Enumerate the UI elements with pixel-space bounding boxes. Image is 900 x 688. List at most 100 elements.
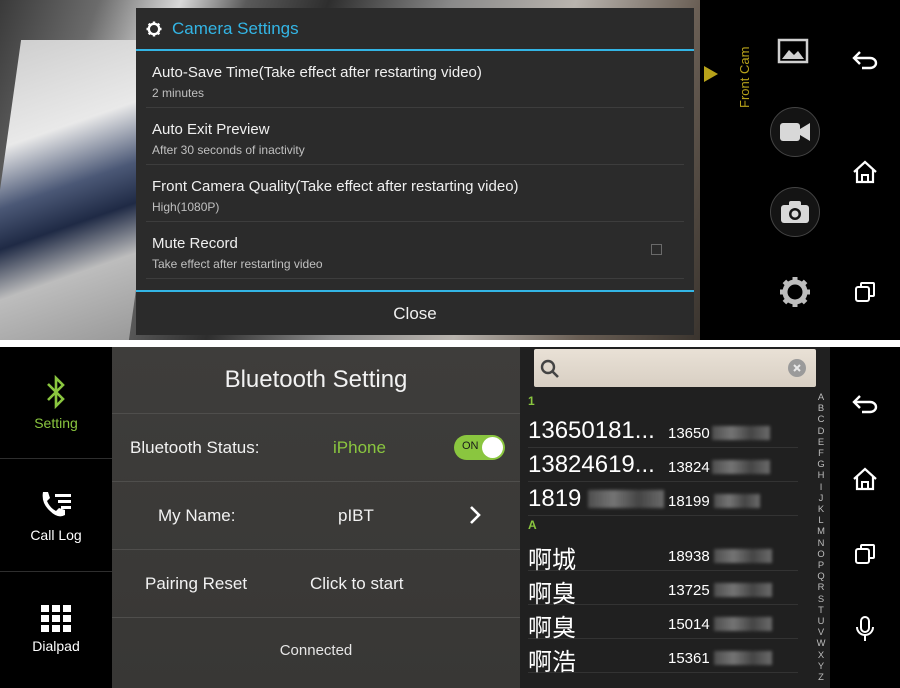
index-letter[interactable]: O <box>814 548 828 559</box>
clear-search-button[interactable] <box>788 359 806 377</box>
contact-name: 啊臭 <box>528 581 576 608</box>
setting-title: Mute Record <box>152 235 238 252</box>
home-icon <box>853 160 877 184</box>
index-letter[interactable]: M <box>814 525 828 536</box>
front-cam-label: Front Cam <box>737 46 752 108</box>
setting-auto-exit-preview[interactable]: Auto Exit Preview After 30 seconds of in… <box>146 108 684 165</box>
contact-name: 1819 <box>528 485 582 512</box>
contact-number: 18938 <box>668 548 710 565</box>
contact-row[interactable]: 1819 18199 <box>528 482 798 516</box>
index-letter[interactable]: F <box>814 447 828 458</box>
gallery-button[interactable] <box>777 38 811 71</box>
close-button[interactable]: Close <box>136 290 694 335</box>
back-button[interactable] <box>845 384 885 424</box>
bluetooth-status-label: Bluetooth Status: <box>130 438 260 457</box>
setting-mute-record[interactable]: Mute Record Take effect after restarting… <box>146 222 684 279</box>
sidebar-item-label: Call Log <box>30 526 82 543</box>
back-icon <box>852 51 878 70</box>
bluetooth-settings-panel: Bluetooth Setting Bluetooth Status: iPho… <box>112 347 520 688</box>
index-letter[interactable]: K <box>814 503 828 514</box>
contact-row[interactable]: 啊臭 13725 <box>528 571 798 608</box>
setting-value: Take effect after restarting video <box>152 257 323 271</box>
index-letter[interactable]: V <box>814 626 828 637</box>
contact-search-input[interactable] <box>534 349 816 387</box>
setting-title: Front Camera Quality(Take effect after r… <box>152 178 519 195</box>
my-name-value: pIBT <box>338 506 374 525</box>
index-letter[interactable]: J <box>814 492 828 503</box>
search-icon <box>540 359 559 378</box>
contact-row[interactable]: 啊臭 15014 <box>528 605 798 642</box>
connection-status: Connected <box>279 642 353 659</box>
mute-record-checkbox[interactable] <box>651 244 662 255</box>
index-letter[interactable]: E <box>814 436 828 447</box>
contact-row[interactable]: 13824619... 13824 <box>528 448 798 482</box>
gallery-icon <box>777 38 809 64</box>
my-name-label: My Name: <box>158 506 236 525</box>
index-letter[interactable]: D <box>814 425 828 436</box>
index-letter[interactable]: Z <box>814 671 828 682</box>
contact-row[interactable]: 啊城 18938 <box>528 537 798 574</box>
toggle-state-label: ON <box>462 440 479 452</box>
index-letter[interactable]: C <box>814 413 828 424</box>
contact-name: 啊臭 <box>528 615 576 642</box>
index-letter[interactable]: H <box>814 469 828 480</box>
index-letter[interactable]: N <box>814 537 828 548</box>
system-nav <box>833 347 897 649</box>
section-header: A <box>528 518 537 532</box>
photo-capture-button[interactable] <box>770 187 820 237</box>
index-letter[interactable]: B <box>814 402 828 413</box>
my-name-row[interactable]: My Name: pIBT <box>112 482 520 550</box>
index-letter[interactable]: T <box>814 604 828 615</box>
index-letter[interactable]: L <box>814 514 828 525</box>
contact-name: 13650181... <box>528 417 655 444</box>
index-letter[interactable]: G <box>814 458 828 469</box>
contact-number: 13824 <box>668 459 710 476</box>
bluetooth-screen: Setting Call Log Dialpad Bluetooth Setti… <box>0 347 900 688</box>
gear-icon <box>146 21 162 36</box>
close-icon <box>793 364 801 372</box>
voice-input-button[interactable] <box>845 609 885 649</box>
home-button[interactable] <box>845 459 885 499</box>
bluetooth-sidebar: Setting Call Log Dialpad <box>0 347 112 688</box>
setting-value: High(1080P) <box>152 200 220 214</box>
contact-row[interactable]: 13650181... 13650 <box>528 414 798 448</box>
system-nav <box>833 0 897 312</box>
camera-settings-dialog: Camera Settings Auto-Save Time(Take effe… <box>136 8 694 335</box>
redacted-digits <box>714 583 772 597</box>
index-letter[interactable]: A <box>814 391 828 402</box>
home-button[interactable] <box>845 152 885 192</box>
setting-value: 2 minutes <box>152 86 205 100</box>
bluetooth-icon <box>47 374 65 409</box>
index-letter[interactable]: R <box>814 581 828 592</box>
bluetooth-toggle[interactable]: ON <box>454 435 505 460</box>
index-letter[interactable]: X <box>814 649 828 660</box>
index-letter[interactable]: W <box>814 637 828 648</box>
dialog-title: Camera Settings <box>172 18 299 38</box>
sidebar-item-label: Setting <box>34 414 78 431</box>
pairing-reset-button[interactable]: Click to start <box>310 574 404 594</box>
sidebar-item-setting[interactable]: Setting <box>0 347 112 459</box>
video-record-button[interactable] <box>770 107 820 157</box>
contact-name: 啊浩 <box>528 649 576 676</box>
index-letter[interactable]: S <box>814 593 828 604</box>
setting-title: Auto-Save Time(Take effect after restart… <box>152 64 482 81</box>
back-button[interactable] <box>845 40 885 80</box>
index-letter[interactable]: U <box>814 615 828 626</box>
setting-auto-save-time[interactable]: Auto-Save Time(Take effect after restart… <box>146 51 684 108</box>
sidebar-item-dialpad[interactable]: Dialpad <box>0 573 112 685</box>
pairing-reset-label: Pairing Reset <box>145 574 248 593</box>
recent-apps-button[interactable] <box>845 272 885 312</box>
sidebar-item-call-log[interactable]: Call Log <box>0 460 112 572</box>
index-letter[interactable]: Q <box>814 570 828 581</box>
index-letter[interactable]: I <box>814 481 828 492</box>
contact-row[interactable]: 啊浩 15361 <box>528 639 798 676</box>
pairing-reset-row: Pairing Reset Click to start <box>112 550 520 618</box>
setting-front-camera-quality[interactable]: Front Camera Quality(Take effect after r… <box>146 165 684 222</box>
index-letter[interactable]: Y <box>814 660 828 671</box>
index-letter[interactable]: P <box>814 559 828 570</box>
alphabet-index[interactable]: ABCDEFGHIJKLMNOPQRSTUVWXYZ <box>814 391 828 682</box>
page-title: Bluetooth Setting <box>112 347 520 414</box>
recent-apps-button[interactable] <box>845 534 885 574</box>
front-cam-tab[interactable]: Front Cam <box>701 36 752 116</box>
camera-settings-button[interactable] <box>779 276 811 313</box>
